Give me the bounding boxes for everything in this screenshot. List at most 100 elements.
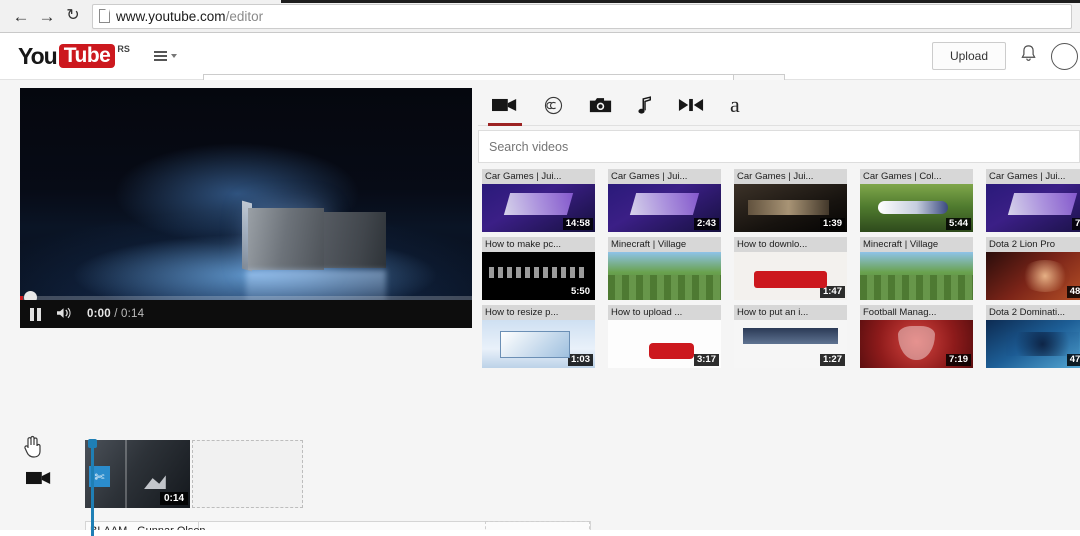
media-thumbnail[interactable]: How to downlo... 1:47: [734, 237, 847, 300]
back-arrow-icon[interactable]: ←: [8, 3, 34, 29]
tab-audio[interactable]: [638, 91, 652, 125]
thumbnail-image: 1:47: [734, 252, 847, 300]
page-document-icon: [99, 9, 110, 23]
media-thumbnail[interactable]: Car Games | Jui... 2:43: [608, 169, 721, 232]
media-thumbnail-grid: Car Games | Jui... 14:58 Car Games | Jui…: [478, 169, 1080, 368]
thumbnail-title: Car Games | Jui...: [734, 169, 847, 184]
media-thumbnail[interactable]: Minecraft | Village 12:56: [608, 237, 721, 300]
video-preview-player[interactable]: 0:00 / 0:14: [20, 88, 472, 328]
upload-button[interactable]: Upload: [931, 42, 1006, 70]
timeline-bottom-edge: [0, 530, 1080, 536]
clip-scene-shape: [143, 475, 166, 490]
chevron-down-icon: [170, 54, 177, 58]
media-thumbnail[interactable]: Dota 2 Lion Pro 48:10: [986, 237, 1080, 300]
tab-text[interactable]: a: [730, 91, 740, 125]
thumbnail-image: 5:50: [482, 252, 595, 300]
media-thumbnail[interactable]: Minecraft | Village 20:12: [860, 237, 973, 300]
thumbnail-title: How to resize p...: [482, 305, 595, 320]
thumbnail-image: 1:39: [734, 184, 847, 232]
media-thumbnail[interactable]: Car Games | Col... 5:44: [860, 169, 973, 232]
thumbnail-duration: 1:39: [819, 218, 845, 230]
guide-menu-button[interactable]: [153, 49, 177, 64]
clip-duration: 0:14: [159, 492, 188, 505]
media-search-input[interactable]: [479, 131, 1079, 162]
music-note-icon: [638, 95, 651, 114]
media-thumbnail[interactable]: Dota 2 Dominati... 47:02: [986, 305, 1080, 368]
camera-icon: [589, 98, 612, 113]
youtube-masthead: You Tube RS Upload: [0, 33, 1080, 102]
thumbnail-title: Minecraft | Village: [860, 237, 973, 252]
hand-cursor-icon: [22, 434, 42, 463]
thumbnail-image: 12:56: [608, 252, 721, 300]
media-thumbnail[interactable]: Football Manag... 7:19: [860, 305, 973, 368]
pause-icon[interactable]: [30, 307, 41, 321]
timeline: ✄ 0:14 1:49 BLAAM - Gunnar Olsen: [0, 360, 1080, 536]
volume-icon[interactable]: [55, 306, 73, 323]
scene-cube-back: [324, 212, 386, 268]
media-thumbnail[interactable]: How to resize p... 1:03: [482, 305, 595, 368]
video-track-icon: [26, 470, 52, 491]
thumbnail-duration: 48:10: [1066, 286, 1080, 298]
address-bar[interactable]: www.youtube.com/editor: [92, 3, 1072, 29]
timeline-video-clip[interactable]: ✄ 0:14: [85, 440, 190, 508]
thumbnail-image: 5:44: [860, 184, 973, 232]
logo-you-text: You: [18, 43, 58, 69]
thumbnail-image: 14:58: [482, 184, 595, 232]
media-tab-bar: a: [478, 88, 1080, 126]
video-drop-zone[interactable]: [192, 440, 303, 508]
media-thumbnail[interactable]: How to upload ... 3:17: [608, 305, 721, 368]
timeline-playhead[interactable]: [88, 439, 97, 536]
transition-icon: [678, 98, 704, 112]
url-host: www.youtube.com: [116, 8, 226, 24]
forward-arrow-icon[interactable]: →: [34, 3, 60, 29]
media-thumbnail[interactable]: How to put an i... 1:27: [734, 305, 847, 368]
scene-cube-front: [248, 208, 324, 270]
thumbnail-image: 7:50: [986, 184, 1080, 232]
url-path: /editor: [225, 8, 264, 24]
clip-sheen: [124, 440, 127, 508]
timeline-tracks: ✄ 0:14 1:49 BLAAM - Gunnar Olsen: [85, 440, 1080, 536]
thumbnail-title: Car Games | Jui...: [608, 169, 721, 184]
playhead-handle[interactable]: [88, 439, 97, 448]
thumbnail-title: Car Games | Jui...: [986, 169, 1080, 184]
masthead-actions: Upload: [931, 42, 1078, 70]
thumbnail-title: How to upload ...: [608, 305, 721, 320]
creative-commons-icon: [544, 96, 563, 114]
reload-icon[interactable]: ↻: [60, 3, 86, 29]
thumbnail-title: Football Manag...: [860, 305, 973, 320]
media-thumbnail[interactable]: Car Games | Jui... 14:58: [482, 169, 595, 232]
thumbnail-duration: 7:50: [1071, 218, 1080, 230]
thumbnail-duration: 5:44: [945, 218, 971, 230]
logo-tube-text: Tube: [58, 44, 116, 68]
thumbnail-duration: 2:43: [693, 218, 719, 230]
thumbnail-title: How to downlo...: [734, 237, 847, 252]
thumbnail-title: How to put an i...: [734, 305, 847, 320]
tab-transitions[interactable]: [678, 91, 704, 125]
thumbnail-title: Dota 2 Dominati...: [986, 305, 1080, 320]
logo-superscript: RS: [117, 44, 130, 54]
bell-icon[interactable]: [1020, 44, 1037, 68]
player-controls: 0:00 / 0:14: [20, 300, 472, 328]
thumbnail-title: Car Games | Jui...: [482, 169, 595, 184]
tab-photos[interactable]: [589, 91, 612, 125]
timeline-video-track[interactable]: ✄ 0:14: [85, 440, 1080, 508]
video-editor: 0:00 / 0:14 a Search videos Car Games | …: [0, 80, 1080, 536]
media-browser-panel: a Car Games | Jui... 14:58 Car Games | J…: [478, 88, 1080, 368]
preview-column: 0:00 / 0:14: [20, 88, 475, 328]
tab-creative-commons[interactable]: [544, 91, 563, 125]
thumbnail-title: Car Games | Col...: [860, 169, 973, 184]
thumbnail-title: Dota 2 Lion Pro: [986, 237, 1080, 252]
thumbnail-title: How to make pc...: [482, 237, 595, 252]
tab-videos[interactable]: [488, 91, 522, 126]
thumbnail-duration: 5:50: [567, 286, 593, 298]
thumbnail-duration: 14:58: [562, 218, 593, 230]
thumbnail-duration: 20:12: [940, 286, 971, 298]
video-camera-icon: [492, 98, 517, 112]
youtube-logo[interactable]: You Tube RS: [18, 44, 130, 68]
browser-toolbar: ← → ↻ www.youtube.com/editor: [0, 0, 1080, 33]
media-thumbnail[interactable]: Car Games | Jui... 7:50: [986, 169, 1080, 232]
avatar[interactable]: [1051, 42, 1078, 70]
media-thumbnail[interactable]: How to make pc... 5:50: [482, 237, 595, 300]
media-thumbnail[interactable]: Car Games | Jui... 1:39: [734, 169, 847, 232]
thumbnail-title: Minecraft | Village: [608, 237, 721, 252]
